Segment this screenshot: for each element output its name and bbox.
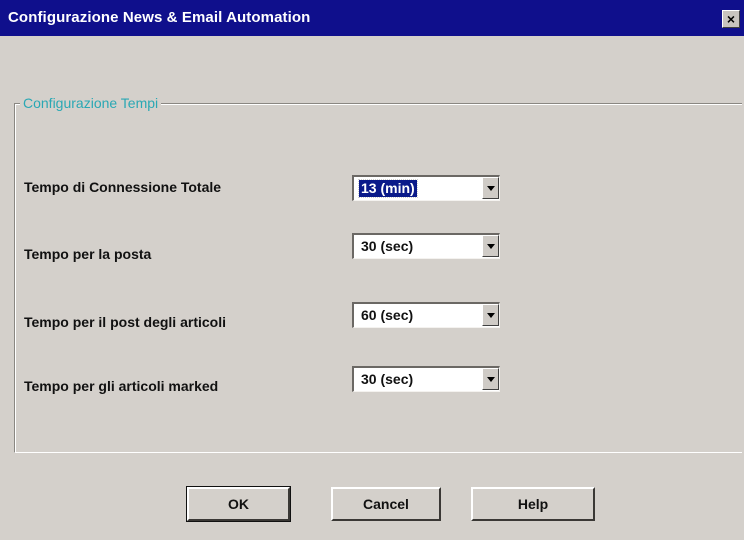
ok-button[interactable]: OK [186, 486, 291, 522]
combo-value: 30 (sec) [361, 238, 414, 254]
title-bar: Configurazione News & Email Automation × [0, 0, 744, 36]
cancel-button[interactable]: Cancel [331, 487, 441, 521]
label-tempo-articoli-marked: Tempo per gli articoli marked [24, 378, 219, 394]
label-tempo-connessione: Tempo di Connessione Totale [24, 179, 222, 195]
combo-tempo-articoli-marked[interactable]: 30 (sec) [352, 366, 500, 392]
combo-tempo-connessione[interactable]: 13 (min) [352, 175, 500, 201]
combo-value: 30 (sec) [361, 371, 414, 387]
close-icon: × [726, 11, 736, 27]
chevron-down-icon[interactable] [482, 368, 499, 390]
label-tempo-post-articoli: Tempo per il post degli articoli [24, 314, 226, 330]
combo-tempo-posta[interactable]: 30 (sec) [352, 233, 500, 259]
help-button[interactable]: Help [471, 487, 595, 521]
window-title: Configurazione News & Email Automation [8, 9, 311, 26]
label-tempo-posta: Tempo per la posta [24, 246, 152, 262]
chevron-down-icon[interactable] [482, 177, 499, 199]
combo-tempo-post-articoli[interactable]: 60 (sec) [352, 302, 500, 328]
group-box [14, 103, 742, 453]
group-legend: Configurazione Tempi [20, 95, 162, 111]
chevron-down-icon[interactable] [482, 235, 499, 257]
chevron-down-icon[interactable] [482, 304, 499, 326]
combo-value: 60 (sec) [361, 307, 414, 323]
close-button[interactable]: × [722, 10, 740, 28]
combo-value: 13 (min) [358, 179, 418, 198]
